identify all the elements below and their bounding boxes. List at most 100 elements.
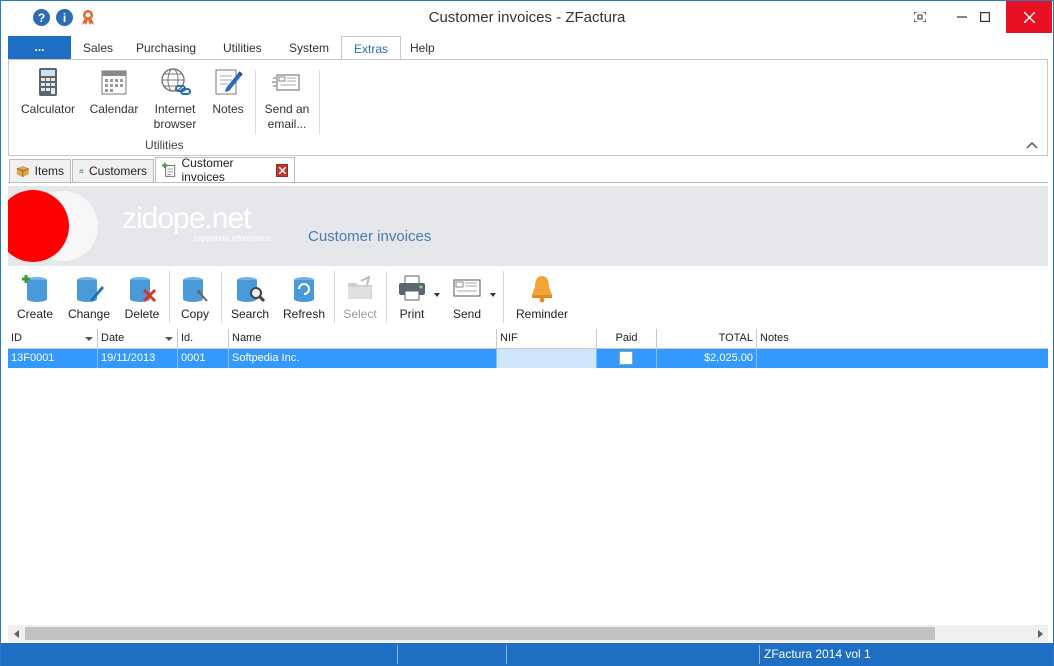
menu-utilities[interactable]: Utilities [223,36,262,60]
email-icon [272,74,300,91]
cell-nif[interactable] [497,349,597,368]
notes-label: Notes [212,102,244,116]
search-label: Search [230,307,270,321]
column-header-paid[interactable]: Paid [597,329,657,349]
tab-customer-invoices[interactable]: Customer invoices [155,156,295,184]
notes-icon [215,69,243,95]
filter-arrow-icon[interactable] [165,337,173,341]
search-button[interactable]: Search [227,273,273,321]
calendar-icon [101,70,127,95]
horizontal-scrollbar[interactable] [8,625,1048,642]
printer-icon [399,275,425,301]
status-separator [506,645,507,664]
status-bar: ZFactura 2014 vol 1 [1,643,1053,666]
logo-text: zidope.net [122,202,251,235]
tab-customers-label: Customers [88,164,147,178]
menu-bar: ... Sales Purchasing Utilities System Ex… [8,36,1048,60]
ribbon-separator [255,70,256,134]
scroll-left-button[interactable] [8,625,25,642]
send-email-button[interactable]: Send an email... [261,66,313,132]
close-button[interactable] [1006,1,1052,33]
print-button[interactable]: Print [392,273,432,321]
chevron-right-icon [1037,629,1043,638]
scroll-right-button[interactable] [1031,625,1048,642]
toolbar-separator [169,271,170,323]
fullscreen-button[interactable] [897,1,943,33]
calculator-icon [39,68,57,96]
database-edit-icon [77,277,104,302]
reminder-label: Reminder [515,307,569,321]
database-delete-icon [130,277,157,303]
chevron-left-icon [13,629,19,638]
calculator-button[interactable]: Calculator [17,66,79,117]
globe-link-icon [161,68,191,95]
calculator-label: Calculator [20,102,76,116]
select-label: Select [343,307,377,321]
delete-button[interactable]: Delete [121,273,163,321]
internet-browser-button[interactable]: Internet browser [147,66,203,132]
cell-paid[interactable] [597,349,657,368]
paid-checkbox[interactable] [619,351,633,365]
copy-label: Copy [180,307,209,321]
toolbar-separator [334,271,335,323]
cell-idn[interactable]: 0001 [178,349,229,368]
send-email-label: Send an email... [264,102,310,131]
calendar-button[interactable]: Calendar [85,66,143,117]
banner-logo-circle [8,190,98,262]
close-icon [278,166,286,174]
cell-notes[interactable] [757,349,1048,368]
reminder-button[interactable]: Reminder [511,273,573,321]
menu-sales[interactable]: Sales [83,36,113,60]
window-title: Customer invoices - ZFactura [428,9,626,26]
send-dropdown-arrow[interactable] [490,293,496,297]
file-menu-button[interactable]: ... [8,36,71,60]
tab-items[interactable]: Items [9,159,71,183]
table-row[interactable]: 13F0001 19/11/2013 0001 Softpedia Inc. $… [8,349,1048,368]
ribbon-group-end [319,70,320,134]
column-header-date-label: Date [101,332,125,344]
cell-id[interactable]: 13F0001 [8,349,98,368]
ribbon-group-label: Utilities [145,138,184,152]
folder-select-icon [348,275,372,299]
filter-arrow-icon[interactable] [85,337,93,341]
print-dropdown-arrow[interactable] [434,293,440,297]
change-button[interactable]: Change [66,273,112,321]
cell-name[interactable]: Softpedia Inc. [229,349,497,368]
scrollbar-thumb[interactable] [25,627,935,640]
copy-button[interactable]: Copy [175,273,215,321]
internet-browser-label: Internet browser [153,102,197,131]
menu-help[interactable]: Help [410,36,435,60]
change-label: Change [67,307,111,321]
send-button[interactable]: Send [446,273,488,321]
menu-extras[interactable]: Extras [341,36,402,60]
menu-system[interactable]: System [289,36,329,60]
close-tab-button[interactable] [276,163,288,177]
title-bar: ? i Customer invoices - ZFactura [1,1,1053,35]
column-header-total[interactable]: TOTAL [657,329,757,349]
box-icon [16,165,29,177]
collapse-ribbon-button[interactable] [1025,138,1039,152]
cell-date[interactable]: 19/11/2013 [98,349,178,368]
refresh-label: Refresh [282,307,326,321]
refresh-button[interactable]: Refresh [280,273,328,321]
menu-purchasing[interactable]: Purchasing [136,36,196,60]
invoices-grid: ID Date Id. Name NIF Paid TOTAL Notes 13… [8,329,1048,625]
column-header-id[interactable]: ID [8,329,98,349]
column-header-name[interactable]: Name [229,329,497,349]
tab-customers[interactable]: Customers [72,159,154,183]
column-header-idn[interactable]: Id. [178,329,229,349]
database-search-icon [237,277,265,303]
tab-items-label: Items [34,164,64,178]
select-button[interactable]: Select [340,273,380,321]
maximize-button[interactable] [962,1,1008,33]
column-header-notes[interactable]: Notes [757,329,1048,349]
module-banner: zidope.net ingeniería informática Custom… [8,186,1048,266]
notes-button[interactable]: Notes [207,66,249,117]
create-button[interactable]: Create [14,273,56,321]
cell-total[interactable]: $2,025.00 [657,349,757,368]
chevron-up-icon [1026,141,1038,149]
column-header-nif[interactable]: NIF [497,329,597,349]
ribbon-panel: Calculator Calendar Internet browser Not… [8,59,1048,156]
send-label: Send [452,307,482,321]
column-header-date[interactable]: Date [98,329,178,349]
